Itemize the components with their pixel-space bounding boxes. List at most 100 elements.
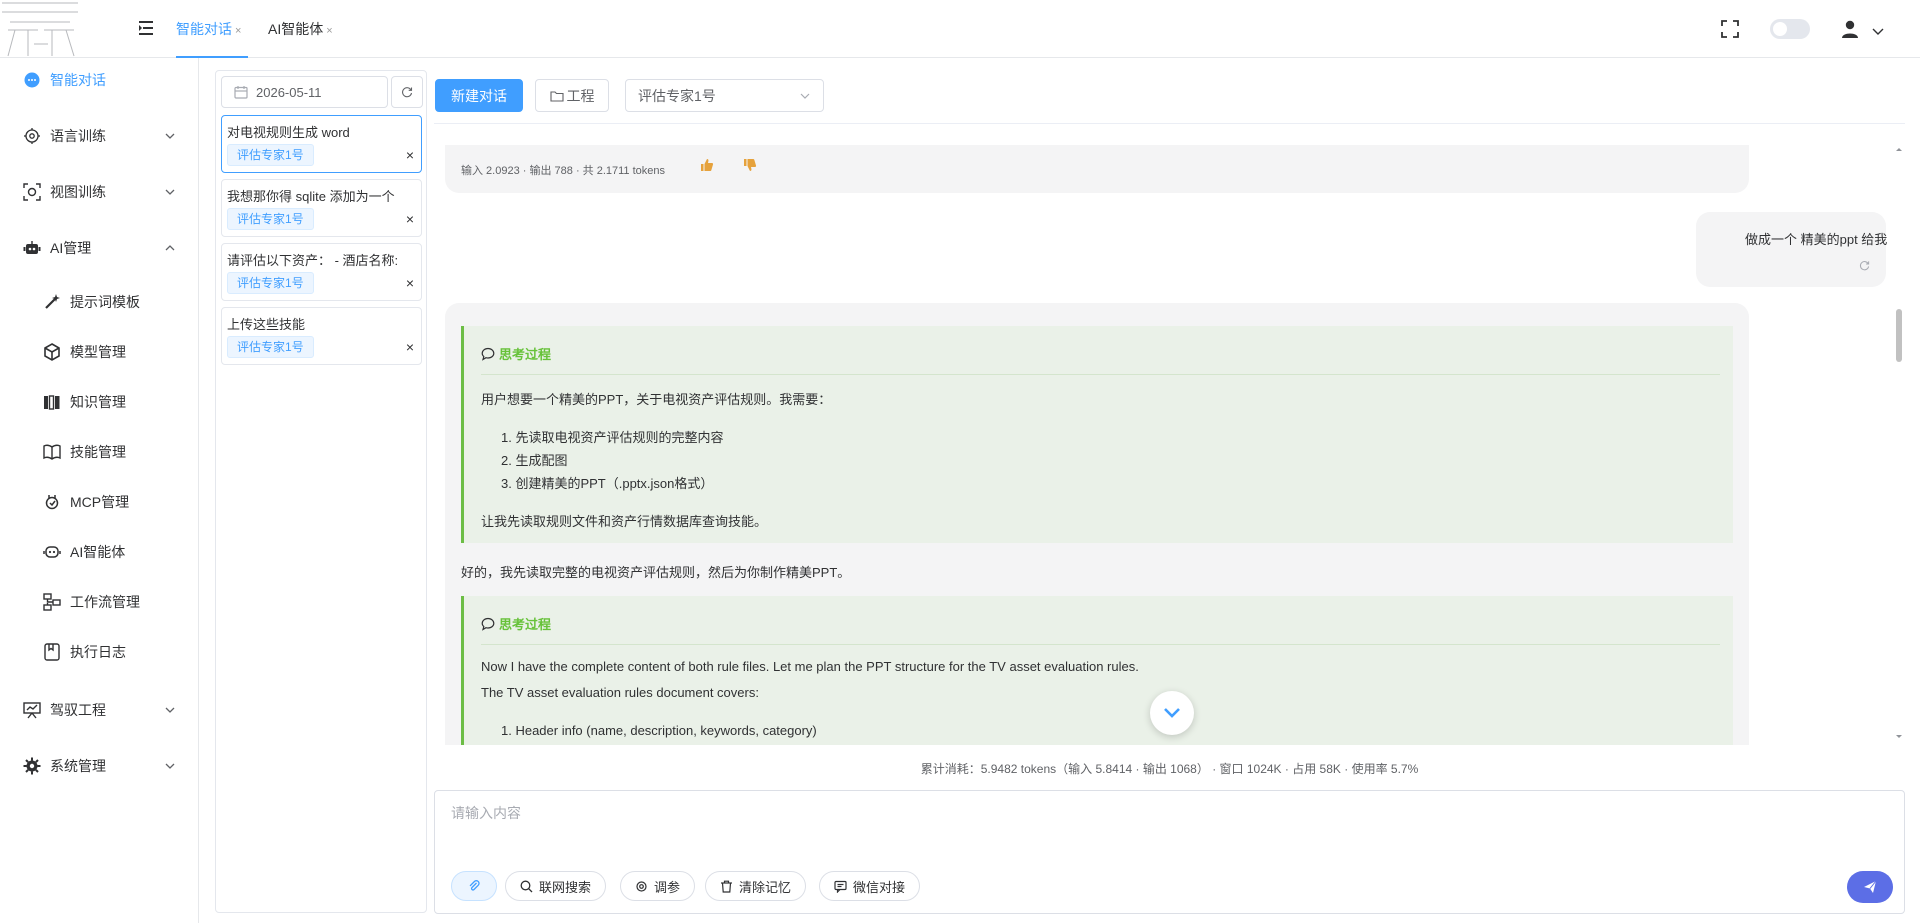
conversation-title: 请评估以下资产： - 酒店名称: xyxy=(227,253,399,268)
fullscreen-icon[interactable] xyxy=(1721,20,1739,41)
conversation-item[interactable]: 对电视规则生成 word 评估专家1号 × xyxy=(221,115,422,173)
sidebar-item-label: AI智能体 xyxy=(70,544,126,560)
thinking-text: The TV asset evaluation rules document c… xyxy=(481,685,759,700)
user-avatar-icon[interactable] xyxy=(1840,19,1860,42)
book-open-icon xyxy=(42,442,62,462)
conversation-item[interactable]: 上传这些技能 评估专家1号 × xyxy=(221,307,422,365)
date-value: 2026-05-11 xyxy=(256,84,322,100)
thumbs-up-icon[interactable] xyxy=(700,158,714,175)
wechat-connect-button[interactable]: 微信对接 xyxy=(819,871,921,901)
send-button[interactable] xyxy=(1847,871,1893,903)
chevron-down-icon[interactable] xyxy=(1872,24,1884,40)
refresh-button[interactable] xyxy=(391,76,423,108)
project-button[interactable]: 工程 xyxy=(535,79,609,112)
sidebar-item-language-training[interactable]: 语言训练 xyxy=(0,114,199,158)
divider xyxy=(434,123,1905,124)
sidebar-item-skill-management[interactable]: 技能管理 xyxy=(0,430,199,474)
refresh-icon[interactable] xyxy=(1859,258,1870,274)
chat-scrollbar[interactable] xyxy=(1893,145,1905,745)
magic-wand-icon xyxy=(42,292,62,312)
message-input[interactable] xyxy=(451,803,1881,843)
web-search-label: 联网搜索 xyxy=(539,879,592,895)
clear-memory-button[interactable]: 清除记忆 xyxy=(705,871,807,901)
ai-message-bubble: 输入 2.0923 · 输出 788 · 共 2.1711 tokens xyxy=(445,145,1749,193)
workflow-icon xyxy=(42,592,62,612)
thinking-step: 1. 先读取电视资产评估规则的完整内容 xyxy=(501,430,724,445)
agent-select[interactable]: 评估专家1号 xyxy=(625,79,824,112)
conversation-item[interactable]: 请评估以下资产： - 酒店名称: 评估专家1号 × xyxy=(221,243,422,301)
tab-ai-agent[interactable]: AI智能体 × xyxy=(268,0,336,58)
sidebar-item-execution-log[interactable]: 执行日志 xyxy=(0,630,199,674)
sidebar-item-harness-engineering[interactable]: 驾驭工程 xyxy=(0,688,199,732)
chevron-down-icon xyxy=(165,707,175,713)
theme-toggle[interactable] xyxy=(1770,19,1810,39)
tune-params-button[interactable]: 调参 xyxy=(620,871,696,901)
web-search-button[interactable]: 联网搜索 xyxy=(505,871,607,901)
divider xyxy=(481,644,1720,645)
scroll-to-bottom-button[interactable] xyxy=(1150,691,1194,735)
tab-close-icon[interactable]: × xyxy=(235,25,241,37)
attach-button[interactable] xyxy=(451,871,497,901)
app-logo xyxy=(0,0,82,58)
sidebar-item-label: 工作流管理 xyxy=(70,594,140,610)
user-message-bubble: 做成一个 精美的ppt 给我 xyxy=(1696,212,1887,287)
tab-close-icon[interactable]: × xyxy=(326,25,332,37)
tab-smart-chat[interactable]: 智能对话 × xyxy=(176,0,248,58)
agent-select-value: 评估专家1号 xyxy=(638,87,716,104)
sidebar-item-view-training[interactable]: 视图训练 xyxy=(0,170,199,214)
sidebar-item-ai-management[interactable]: AI管理 xyxy=(0,226,199,270)
sidebar-item-knowledge-management[interactable]: 知识管理 xyxy=(0,380,199,424)
delete-conversation-icon[interactable]: × xyxy=(406,340,414,354)
chevron-down-icon xyxy=(165,133,175,139)
cube-icon xyxy=(42,342,62,362)
conversation-title: 对电视规则生成 word xyxy=(227,125,350,140)
tab-label: 智能对话 xyxy=(176,21,232,37)
sidebar-item-ai-agent[interactable]: AI智能体 xyxy=(0,530,199,574)
thinking-title: 思考过程 xyxy=(499,347,552,362)
conversation-title: 我想那你得 sqlite 添加为一个 xyxy=(227,189,395,204)
sidebar-item-label: 语言训练 xyxy=(50,128,106,144)
tune-params-label: 调参 xyxy=(654,879,681,895)
chevron-down-icon xyxy=(1164,708,1180,718)
presentation-icon xyxy=(22,700,42,720)
date-picker[interactable]: 2026-05-11 xyxy=(221,76,388,108)
sidebar: 智能对话 语言训练 视图训练 AI管理 提示词模板 模型管理 知识管理 技能管理… xyxy=(0,58,199,923)
scroll-down-arrow-icon xyxy=(1896,735,1902,738)
plug-icon xyxy=(42,492,62,512)
paperclip-icon xyxy=(469,880,480,891)
conversation-item[interactable]: 我想那你得 sqlite 添加为一个 评估专家1号 × xyxy=(221,179,422,237)
chevron-down-icon xyxy=(165,189,175,195)
gear-icon xyxy=(636,880,647,892)
top-bar: 智能对话 × AI智能体 × xyxy=(0,0,1920,58)
brain-icon xyxy=(22,126,42,146)
token-usage: 累计消耗：5.9482 tokens（输入 5.8414 · 输出 1068） … xyxy=(920,762,1419,776)
agent-tag: 评估专家1号 xyxy=(227,208,314,230)
sidebar-item-mcp-management[interactable]: MCP管理 xyxy=(0,480,199,524)
delete-conversation-icon[interactable]: × xyxy=(406,212,414,226)
sidebar-item-label: 提示词模板 xyxy=(70,294,140,310)
token-meta: 输入 2.0923 · 输出 788 · 共 2.1711 tokens xyxy=(461,165,666,177)
log-icon xyxy=(42,642,62,662)
sidebar-item-workflow-management[interactable]: 工作流管理 xyxy=(0,580,199,624)
wechat-connect-label: 微信对接 xyxy=(853,879,906,895)
menu-toggle-icon[interactable] xyxy=(136,18,156,38)
thinking-block: 思考过程 用户想要一个精美的PPT，关于电视资产评估规则。我需要： 1. 先读取… xyxy=(461,326,1733,543)
chevron-down-icon xyxy=(165,763,175,769)
books-icon xyxy=(42,392,62,412)
sidebar-item-label: 系统管理 xyxy=(50,758,106,774)
thumbs-down-icon[interactable] xyxy=(743,158,757,175)
calendar-icon xyxy=(234,86,248,99)
robot-icon xyxy=(22,238,42,258)
sidebar-item-system-management[interactable]: 系统管理 xyxy=(0,744,199,788)
agent-tag: 评估专家1号 xyxy=(227,336,314,358)
sidebar-item-prompt-templates[interactable]: 提示词模板 xyxy=(0,280,199,324)
trash-icon xyxy=(721,880,732,893)
thinking-step: 1. Header info (name, description, keywo… xyxy=(501,723,817,738)
sidebar-item-model-management[interactable]: 模型管理 xyxy=(0,330,199,374)
sidebar-item-label: 模型管理 xyxy=(70,344,126,360)
delete-conversation-icon[interactable]: × xyxy=(406,276,414,290)
thinking-title: 思考过程 xyxy=(499,617,552,632)
delete-conversation-icon[interactable]: × xyxy=(406,148,414,162)
sidebar-item-smart-chat[interactable]: 智能对话 xyxy=(0,58,199,102)
new-chat-button[interactable]: 新建对话 xyxy=(435,79,523,112)
